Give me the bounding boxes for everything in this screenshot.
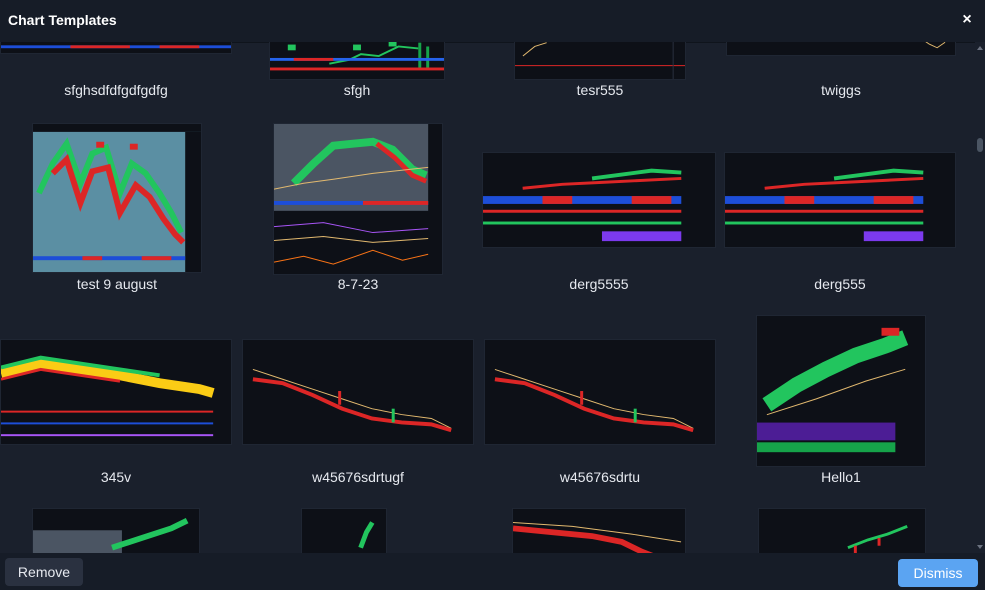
close-icon[interactable]: × (959, 12, 975, 28)
template-name[interactable]: 8-7-23 (273, 276, 443, 292)
dialog-footer: Remove Dismiss (0, 553, 985, 590)
scroll-down-icon[interactable] (977, 545, 983, 549)
template-thumbnail[interactable] (301, 508, 387, 553)
scroll-thumb[interactable] (977, 138, 983, 152)
chart-preview (302, 509, 386, 553)
template-thumbnail[interactable] (242, 339, 474, 445)
template-grid: sfghsdfdfgdfgdfg sfgh tesr555 twiggs tes… (0, 42, 974, 553)
template-name[interactable]: w45676sdrtu (484, 469, 716, 485)
template-thumbnail[interactable] (758, 508, 926, 553)
template-thumbnail[interactable] (273, 123, 443, 275)
template-name[interactable]: twiggs (726, 82, 956, 98)
template-thumbnail[interactable] (756, 315, 926, 467)
chart-preview (757, 316, 925, 466)
template-thumbnail[interactable] (482, 152, 716, 248)
template-name[interactable]: test 9 august (32, 276, 202, 292)
chart-preview (33, 509, 199, 553)
template-thumbnail[interactable] (726, 42, 956, 56)
template-thumbnail[interactable] (32, 508, 200, 553)
template-thumbnail[interactable] (514, 42, 686, 80)
chart-preview (270, 42, 444, 79)
template-thumbnail[interactable] (0, 42, 232, 54)
vertical-scrollbar[interactable] (975, 42, 985, 553)
template-thumbnail[interactable] (269, 42, 445, 80)
remove-button[interactable]: Remove (5, 558, 83, 586)
template-name[interactable]: derg5555 (482, 276, 716, 292)
chart-preview (727, 42, 955, 55)
template-name[interactable]: sfghsdfdfgdfgdfg (0, 82, 232, 98)
chart-preview (725, 153, 955, 247)
dialog-title: Chart Templates (8, 12, 117, 28)
template-name[interactable]: sfgh (269, 82, 445, 98)
chart-preview (515, 42, 685, 79)
chart-preview (485, 340, 715, 444)
template-name[interactable]: 345v (0, 469, 232, 485)
template-thumbnail[interactable] (484, 339, 716, 445)
chart-preview (33, 124, 201, 272)
chart-preview (274, 124, 442, 274)
template-name[interactable]: Hello1 (756, 469, 926, 485)
dialog-header: Chart Templates × (0, 0, 985, 43)
chart-preview (243, 340, 473, 444)
template-thumbnail[interactable] (724, 152, 956, 248)
template-name[interactable]: derg555 (724, 276, 956, 292)
chart-preview (759, 509, 925, 553)
chart-preview (1, 340, 231, 444)
template-thumbnail[interactable] (0, 339, 232, 445)
scroll-up-icon[interactable] (977, 46, 983, 50)
template-name[interactable]: tesr555 (514, 82, 686, 98)
template-name[interactable]: w45676sdrtugf (242, 469, 474, 485)
chart-preview (1, 42, 231, 53)
chart-preview (483, 153, 715, 247)
chart-preview (513, 509, 685, 553)
template-thumbnail[interactable] (512, 508, 686, 553)
dismiss-button[interactable]: Dismiss (898, 559, 978, 587)
template-thumbnail[interactable] (32, 123, 202, 273)
